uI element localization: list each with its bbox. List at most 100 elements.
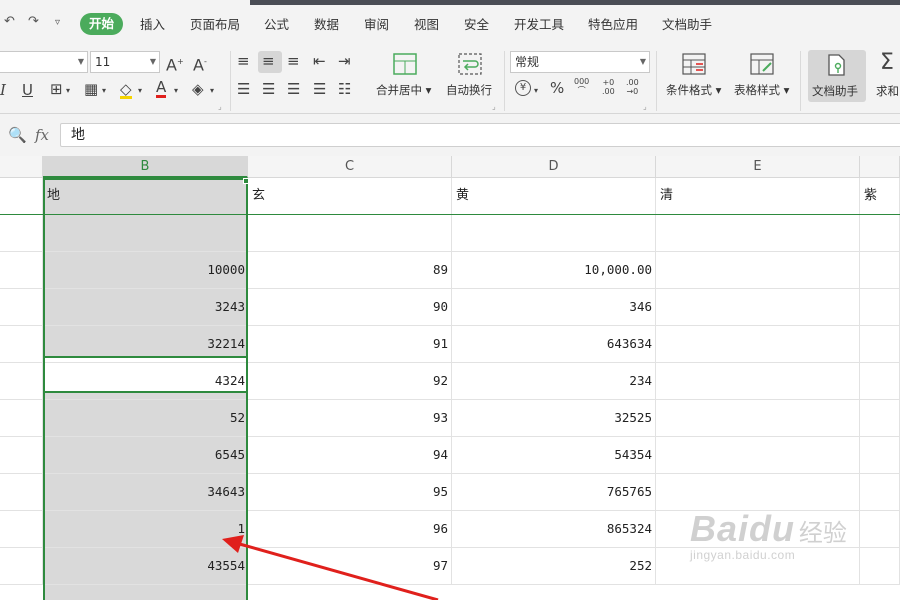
cell-d[interactable]: 54354 [452, 437, 656, 473]
column-header-b[interactable]: B [43, 156, 248, 178]
tab-view[interactable]: 视图 [414, 14, 439, 35]
chevron-down-icon[interactable]: ▾ [210, 83, 214, 99]
border-icon[interactable]: ⊞ [50, 81, 63, 97]
zoom-icon[interactable]: 🔍 [8, 126, 27, 144]
cell-d[interactable] [452, 215, 656, 251]
cell-f[interactable] [860, 437, 900, 473]
align-left-icon[interactable]: ☰ [237, 81, 250, 97]
cell-c[interactable]: 97 [248, 548, 452, 584]
cell-c[interactable]: 94 [248, 437, 452, 473]
cell-d[interactable]: 32525 [452, 400, 656, 436]
cell-e[interactable] [656, 289, 860, 325]
cell-c[interactable]: 95 [248, 474, 452, 510]
cell-e1[interactable]: 清 [656, 178, 860, 214]
cell-c[interactable]: 91 [248, 326, 452, 362]
thousands-separator-icon[interactable]: 000 ⌒ [574, 77, 589, 95]
highlight-icon[interactable]: ◇ [120, 81, 132, 99]
distributed-icon[interactable]: ☷ [338, 81, 351, 97]
cell-c[interactable]: 96 [248, 511, 452, 547]
quick-access-dropdown-icon[interactable]: ▿ [55, 17, 60, 28]
tab-review[interactable]: 审阅 [364, 14, 389, 35]
cell-fill-icon[interactable]: ▦ [84, 81, 98, 97]
sum-label[interactable]: 求和 [876, 83, 899, 99]
cell-c1[interactable]: 玄 [248, 178, 452, 214]
cell-b1[interactable]: 地 [43, 178, 248, 214]
cell-e[interactable] [656, 437, 860, 473]
align-center-icon[interactable]: ☰ [262, 81, 275, 97]
cell-b[interactable]: 43554 [43, 548, 248, 584]
cell-e[interactable] [656, 326, 860, 362]
justify-icon[interactable]: ☰ [313, 81, 326, 97]
fx-icon[interactable]: fx [35, 126, 49, 144]
cell-e[interactable] [656, 400, 860, 436]
cell-b[interactable]: 52 [43, 400, 248, 436]
cell-d[interactable]: 234 [452, 363, 656, 399]
cell-f[interactable] [860, 215, 900, 251]
align-bottom-icon[interactable]: ≡ [287, 53, 300, 69]
doc-assistant-icon[interactable] [824, 54, 848, 76]
wrap-text-label[interactable]: 自动换行 [446, 82, 492, 98]
currency-icon[interactable]: ¥ [515, 80, 531, 96]
cell-e[interactable] [656, 215, 860, 251]
cell-d[interactable]: 346 [452, 289, 656, 325]
table-style-label[interactable]: 表格样式 ▾ [734, 82, 789, 98]
conditional-format-icon[interactable] [682, 53, 706, 75]
wrap-text-icon[interactable] [458, 53, 482, 75]
column-header-c[interactable]: C [248, 156, 452, 178]
font-size-select[interactable]: 11 ▼ [90, 51, 160, 73]
redo-icon[interactable]: ↷ [28, 14, 39, 29]
row-gutter-cell[interactable] [0, 437, 43, 473]
tab-page-layout[interactable]: 页面布局 [190, 14, 240, 35]
column-header-a[interactable] [0, 156, 43, 178]
number-format-select[interactable]: 常规 ▼ [510, 51, 650, 73]
cell-f[interactable] [860, 474, 900, 510]
cell-d[interactable]: 10,000.00 [452, 252, 656, 288]
cell-b[interactable]: 1 [43, 511, 248, 547]
tab-insert[interactable]: 插入 [140, 14, 165, 35]
chevron-down-icon[interactable]: ▾ [534, 83, 538, 99]
undo-icon[interactable]: ↶ [4, 14, 15, 29]
sum-icon[interactable]: Σ [880, 51, 894, 75]
cell-c[interactable] [248, 215, 452, 251]
cell-f[interactable] [860, 326, 900, 362]
cell-f[interactable] [860, 363, 900, 399]
align-right-icon[interactable]: ☰ [287, 81, 300, 97]
cell-d[interactable]: 865324 [452, 511, 656, 547]
cell-d[interactable]: 252 [452, 548, 656, 584]
increase-font-icon[interactable]: A+ [166, 54, 184, 73]
chevron-down-icon[interactable]: ▾ [174, 83, 178, 99]
row-gutter-cell[interactable] [0, 363, 43, 399]
chevron-down-icon[interactable]: ▾ [102, 83, 106, 99]
cell-c[interactable]: 92 [248, 363, 452, 399]
cell-f1[interactable]: 紫 [860, 178, 900, 214]
conditional-format-label[interactable]: 条件格式 ▾ [666, 82, 721, 98]
column-header-f[interactable] [860, 156, 900, 178]
tab-doc-assistant[interactable]: 文档助手 [662, 14, 712, 35]
cell-b[interactable]: 3243 [43, 289, 248, 325]
row-gutter-cell[interactable] [0, 400, 43, 436]
expand-number-dialog-icon[interactable]: ⌟ [643, 99, 647, 115]
eraser-icon[interactable]: ◈ [192, 81, 204, 97]
cell-e[interactable] [656, 252, 860, 288]
chevron-down-icon[interactable]: ▾ [138, 83, 142, 99]
chevron-down-icon[interactable]: ▾ [66, 83, 70, 99]
cell-f[interactable] [860, 289, 900, 325]
row-gutter-cell[interactable] [0, 548, 43, 584]
indent-increase-icon[interactable]: ⇥ [338, 53, 351, 69]
percent-icon[interactable]: % [550, 80, 564, 96]
fill-handle[interactable] [243, 178, 249, 184]
tab-formulas[interactable]: 公式 [264, 14, 289, 35]
align-middle-icon[interactable]: ≡ [262, 53, 275, 69]
tab-home[interactable]: 开始 [80, 13, 124, 35]
tab-developer[interactable]: 开发工具 [514, 14, 564, 35]
decrease-decimal-icon[interactable]: .00 →0 [626, 78, 639, 96]
cell-b[interactable] [43, 215, 248, 251]
expand-align-dialog-icon[interactable]: ⌟ [492, 99, 496, 115]
decrease-font-icon[interactable]: A- [193, 54, 207, 73]
font-color-icon[interactable]: A [156, 79, 167, 98]
cell-b[interactable]: 10000 [43, 252, 248, 288]
tab-security[interactable]: 安全 [464, 14, 489, 35]
expand-font-dialog-icon[interactable]: ⌟ [218, 99, 222, 115]
cell-c[interactable]: 89 [248, 252, 452, 288]
increase-decimal-icon[interactable]: +0 .00 [602, 78, 615, 96]
